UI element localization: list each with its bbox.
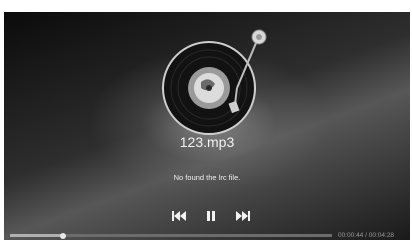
pause-button[interactable]: [203, 209, 219, 221]
total-time: 00:04:28: [368, 232, 395, 239]
music-player: 123.mp3 No found the lrc file. 00:00:44 …: [4, 12, 410, 240]
turntable-disc: [162, 29, 267, 135]
next-track-button[interactable]: [235, 209, 251, 221]
seek-bar[interactable]: [10, 232, 332, 239]
time-display: 00:00:44 / 00:04:28: [338, 232, 394, 239]
pause-icon: [207, 211, 215, 221]
lyrics-status: No found the lrc file.: [173, 173, 241, 182]
track-title: 123.mp3: [179, 134, 235, 150]
seek-handle[interactable]: [59, 232, 66, 239]
skip-previous-icon: [172, 211, 186, 221]
skip-next-icon: [236, 211, 250, 221]
seek-progress-fill: [10, 234, 63, 237]
previous-track-button[interactable]: [171, 209, 187, 221]
time-separator: /: [365, 232, 367, 239]
current-time: 00:00:44: [338, 232, 364, 239]
